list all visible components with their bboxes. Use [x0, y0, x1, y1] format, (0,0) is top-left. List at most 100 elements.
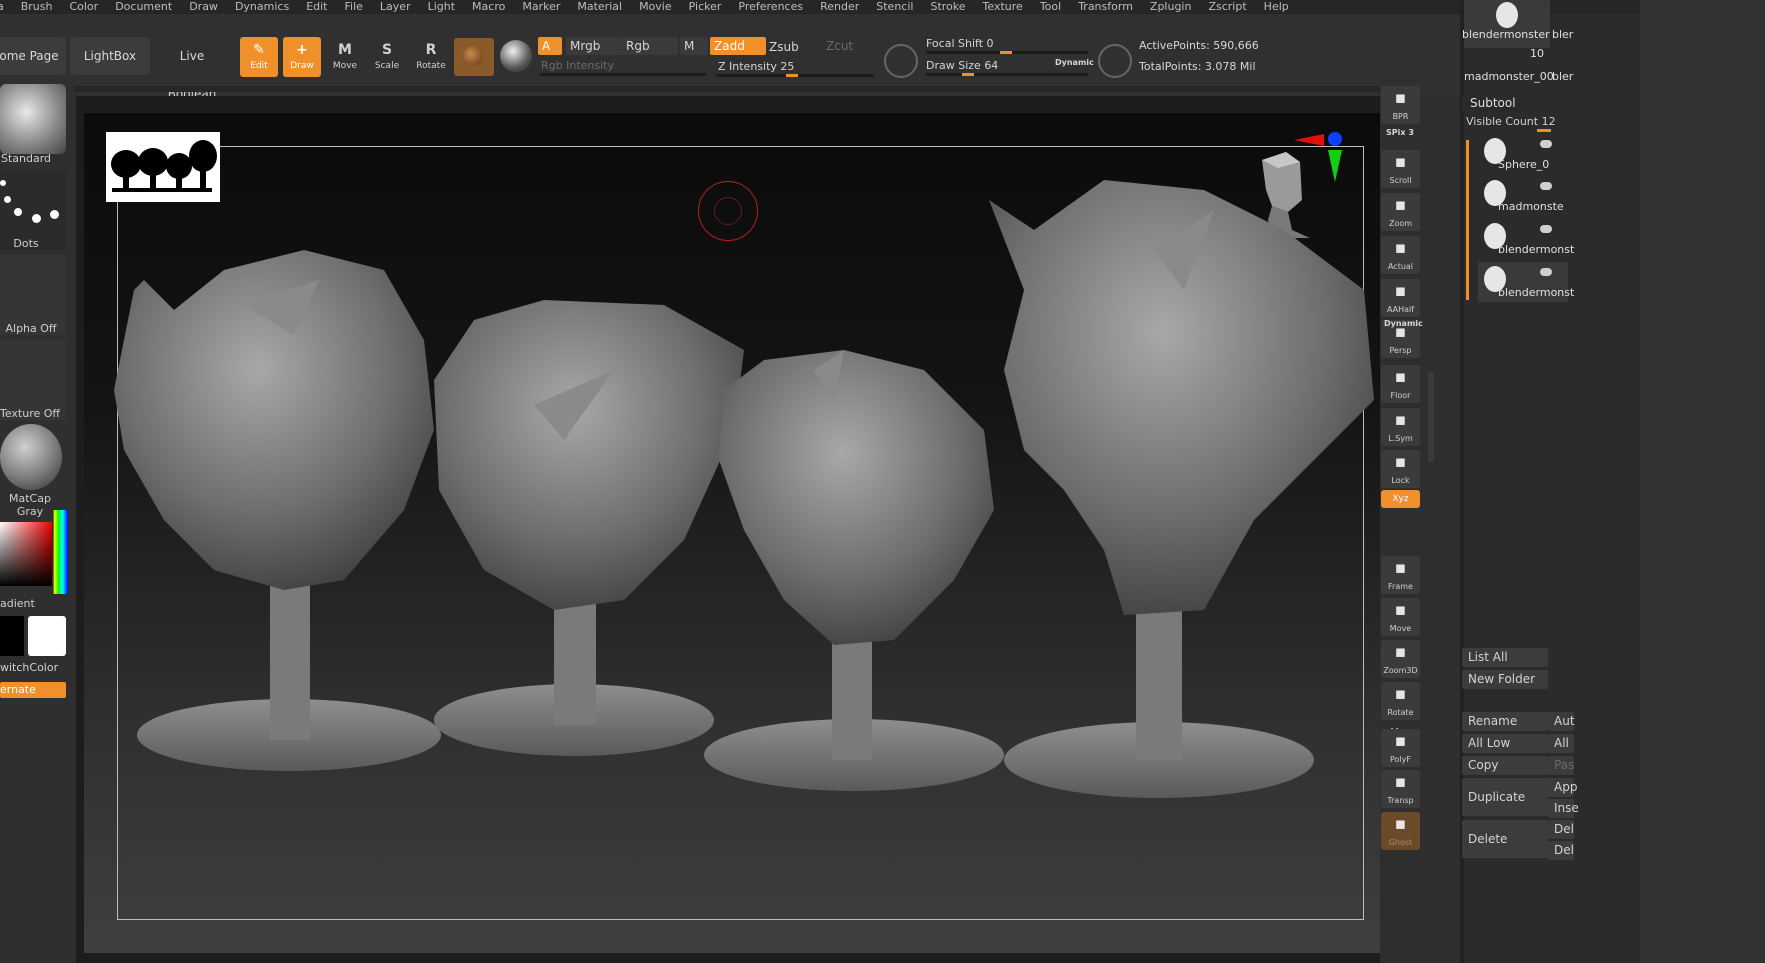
shelf-scroll-button[interactable]: ◼ Scroll [1381, 150, 1420, 188]
menu-item-dynamics[interactable]: Dynamics [235, 1, 289, 13]
menu-item-material[interactable]: Material [577, 1, 622, 13]
menu-item-zplugin[interactable]: Zplugin [1150, 1, 1192, 13]
menu-item-marker[interactable]: Marker [522, 1, 560, 13]
shelf-lock-button[interactable]: ◼ Lock [1381, 450, 1420, 488]
move-button[interactable]: M Move [326, 37, 364, 77]
menu-item-color[interactable]: Color [69, 1, 98, 13]
edit-button[interactable]: ✎ Edit [240, 37, 278, 77]
matcap-sphere-icon[interactable] [0, 424, 62, 490]
shelf-move-button[interactable]: ◼ Move [1381, 598, 1420, 636]
shelf-actual-button[interactable]: ◼ Actual [1381, 236, 1420, 274]
shelf-xyz-button[interactable]: Xyz [1381, 490, 1420, 508]
menu-item-zscript[interactable]: Zscript [1208, 1, 1246, 13]
subtool-visibility-icon[interactable] [1540, 182, 1552, 190]
auto-reorder-button[interactable]: Aut [1548, 712, 1575, 731]
home-page-button[interactable]: ome Page [0, 37, 66, 75]
shelf-l-sym-button[interactable]: ◼ L.Sym [1381, 408, 1420, 446]
insert-button[interactable]: Inse [1548, 799, 1579, 818]
delete-button[interactable]: Delete [1462, 820, 1548, 858]
shelf-bpr-button[interactable]: ◼ BPR [1381, 86, 1420, 124]
stroke-d-icon[interactable] [1098, 44, 1132, 78]
draw-size-slider[interactable] [926, 73, 1088, 76]
menu-item-edit[interactable]: Edit [306, 1, 327, 13]
menu-item-stroke[interactable]: Stroke [930, 1, 965, 13]
a-toggle[interactable]: A [538, 37, 562, 55]
shelf-polyf-button[interactable]: ◼ PolyF [1381, 729, 1420, 767]
zsub-toggle[interactable]: Zsub [765, 38, 821, 56]
list-all-button[interactable]: List All [1462, 648, 1548, 667]
material-swatch-button[interactable] [454, 38, 494, 76]
switch-color-button[interactable]: witchColor [0, 661, 58, 674]
subtool-item[interactable]: blendermonst [1478, 219, 1574, 259]
zadd-toggle[interactable]: Zadd [710, 37, 766, 55]
rotate-button[interactable]: R Rotate [412, 37, 450, 77]
draw-size-knob[interactable] [962, 73, 974, 76]
subtool-visibility-icon[interactable] [1540, 140, 1552, 148]
shelf-rotate-button[interactable]: ◼ Rotate [1381, 682, 1420, 720]
menu-item-render[interactable]: Render [820, 1, 859, 13]
zcut-toggle[interactable]: Zcut [822, 37, 878, 55]
lightbox-button[interactable]: LightBox [70, 37, 150, 75]
scale-button[interactable]: S Scale [368, 37, 406, 77]
menu-item-preferences[interactable]: Preferences [738, 1, 803, 13]
visible-count-knob[interactable] [1537, 129, 1551, 132]
mrgb-toggle[interactable]: Mrgb [566, 37, 622, 55]
subtool-item[interactable]: madmonste [1478, 176, 1568, 216]
menu-item-document[interactable]: Document [115, 1, 172, 13]
right-shelf-scrollbar[interactable] [1428, 372, 1434, 462]
all-low-button[interactable]: All Low [1462, 734, 1548, 753]
subtool-scroll-indicator[interactable] [1466, 140, 1469, 300]
shelf-ghost-button[interactable]: ◼ Ghost [1381, 812, 1420, 850]
dynamic-toggle[interactable]: Dynamic [1055, 58, 1094, 67]
visible-count[interactable]: Visible Count 12 [1466, 115, 1556, 128]
menu-item-picker[interactable]: Picker [689, 1, 722, 13]
menu-item-movie[interactable]: Movie [639, 1, 672, 13]
subtool-visibility-icon[interactable] [1540, 225, 1552, 233]
m-toggle[interactable]: M [680, 37, 708, 55]
standard-brush-icon[interactable] [0, 84, 66, 154]
tool-thumb-3-label[interactable]: madmonster_00 [1464, 70, 1554, 83]
delete-other-button[interactable]: Del [1548, 820, 1574, 839]
rgb-intensity-slider[interactable] [540, 73, 706, 76]
shelf-frame-button[interactable]: ◼ Frame [1381, 556, 1420, 594]
shelf-transp-button[interactable]: ◼ Transp [1381, 770, 1420, 808]
all-high-button[interactable]: All [1548, 734, 1574, 753]
menu-item-stencil[interactable]: Stencil [876, 1, 913, 13]
shelf-zoom-button[interactable]: ◼ Zoom [1381, 193, 1420, 231]
shelf-aahalf-button[interactable]: ◼ AAHalf [1381, 279, 1420, 317]
live-boolean-button[interactable]: Live Boolean [154, 37, 230, 101]
focal-shift-knob[interactable] [1000, 51, 1012, 54]
rgb-toggle[interactable]: Rgb [622, 37, 678, 55]
copy-button[interactable]: Copy [1462, 756, 1548, 775]
shelf-floor-button[interactable]: ◼ Floor [1381, 365, 1420, 403]
draw-button[interactable]: + Draw [283, 37, 321, 77]
delete-all-button[interactable]: Del [1548, 841, 1574, 860]
stroke-s-icon[interactable] [884, 44, 918, 78]
append-button[interactable]: App [1548, 778, 1577, 797]
duplicate-button[interactable]: Duplicate [1462, 778, 1548, 816]
menu-item-draw[interactable]: Draw [189, 1, 218, 13]
tool-thumb-4-label[interactable]: bler [1552, 70, 1573, 83]
menu-item-transform[interactable]: Transform [1078, 1, 1133, 13]
subtool-item[interactable]: blendermonst [1478, 262, 1574, 302]
z-intensity-knob[interactable] [786, 74, 798, 77]
menu-item-macro[interactable]: Macro [472, 1, 505, 13]
subtool-header[interactable]: Subtool [1462, 96, 1580, 112]
menu-item-light[interactable]: Light [428, 1, 455, 13]
menu-item-help[interactable]: Help [1264, 1, 1289, 13]
menu-item-layer[interactable]: Layer [380, 1, 411, 13]
menu-item-tool[interactable]: Tool [1040, 1, 1061, 13]
subtool-item[interactable]: Sphere_0 [1478, 134, 1568, 174]
alternate-button[interactable]: ernate [0, 682, 66, 698]
menu-item-file[interactable]: File [345, 1, 363, 13]
menu-item-brush[interactable]: Brush [21, 1, 53, 13]
subtool-visibility-icon[interactable] [1540, 268, 1552, 276]
menu-item-texture[interactable]: Texture [983, 1, 1023, 13]
paste-button[interactable]: Pas [1548, 756, 1574, 775]
menu-item-ha[interactable]: ha [0, 1, 4, 13]
color-gradient-square[interactable] [0, 522, 52, 586]
rename-button[interactable]: Rename [1462, 712, 1548, 731]
new-folder-button[interactable]: New Folder [1462, 670, 1548, 689]
brush-sphere-icon[interactable] [500, 40, 532, 72]
secondary-color-swatch[interactable] [28, 616, 66, 656]
